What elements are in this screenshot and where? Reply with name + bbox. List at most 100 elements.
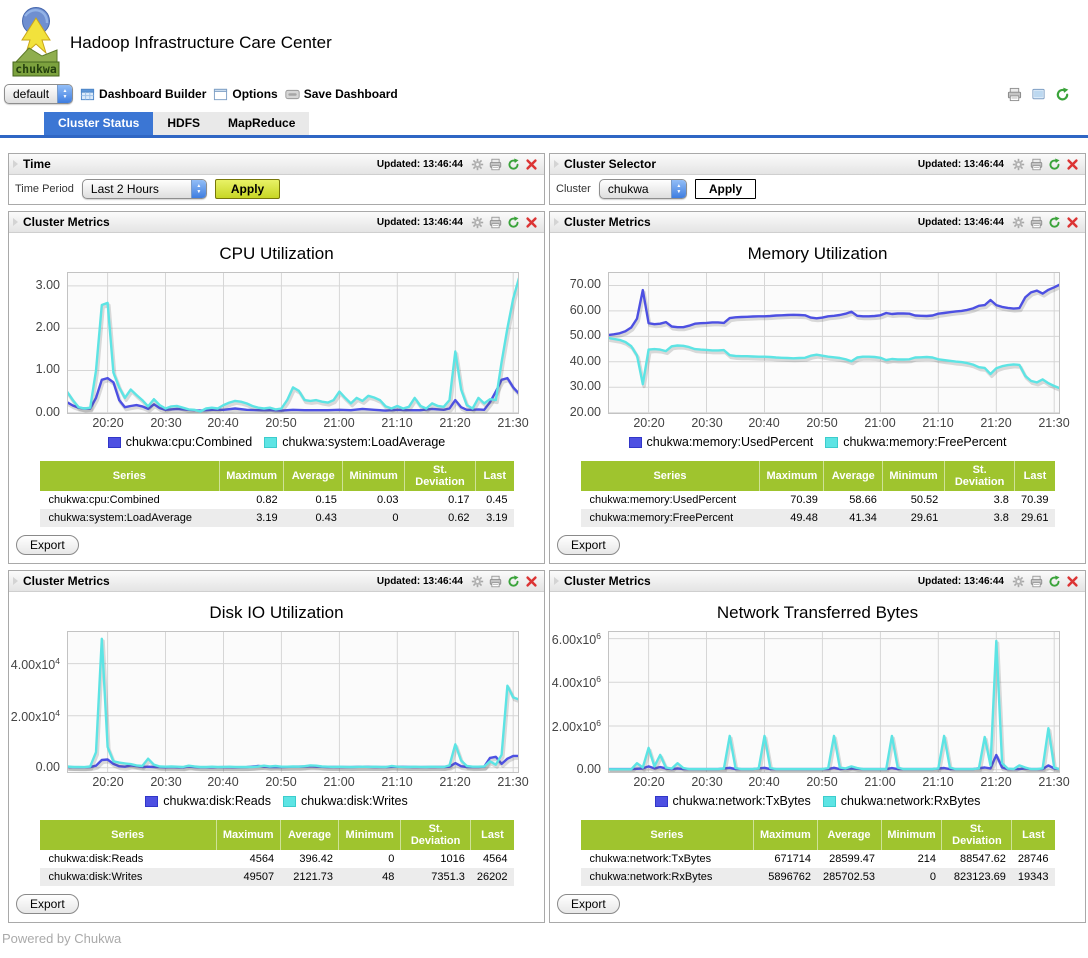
collapse-arrow-icon[interactable]	[554, 218, 559, 226]
collapse-arrow-icon[interactable]	[554, 160, 559, 168]
cluster-select[interactable]: chukwa ▲ ▼	[598, 179, 687, 199]
refresh-icon[interactable]	[1048, 574, 1061, 588]
time-apply-button[interactable]: Apply	[214, 179, 281, 199]
chart-title: Network Transferred Bytes	[716, 603, 919, 622]
x-axis-tick-label: 21:20	[980, 775, 1012, 789]
panel-title: Cluster Metrics	[23, 215, 110, 229]
collapse-arrow-icon[interactable]	[13, 218, 18, 226]
x-axis-tick-label: 21:10	[922, 416, 954, 430]
stats-column-header: Last	[475, 461, 514, 491]
close-icon[interactable]	[1066, 158, 1079, 171]
legend-item: chukwa:network:TxBytes	[654, 794, 811, 808]
legend-item: chukwa:disk:Reads	[145, 794, 271, 808]
y-axis-tick-label: 2.00x104	[10, 708, 60, 725]
time-period-select[interactable]: Last 2 Hours ▲ ▼	[81, 179, 207, 199]
x-axis-tick-label: 20:30	[691, 775, 723, 789]
y-axis-tick-label: 4.00x104	[10, 656, 60, 673]
collapse-arrow-icon[interactable]	[13, 160, 18, 168]
close-icon[interactable]	[525, 575, 538, 588]
series-name-cell: chukwa:memory:UsedPercent	[589, 494, 737, 506]
save-icon	[285, 87, 300, 102]
table-row: chukwa:memory:FreePercent 49.48 41.34 29.61…	[580, 509, 1055, 527]
legend-label: chukwa:system:LoadAverage	[282, 435, 446, 449]
export-button[interactable]: Export	[16, 535, 79, 555]
print-icon[interactable]	[489, 158, 502, 171]
dashboard-builder-button[interactable]: Dashboard Builder	[80, 87, 206, 102]
print-icon[interactable]	[489, 216, 502, 229]
dashboard-view-select[interactable]: default ▲ ▼	[4, 84, 74, 104]
stats-column-header: Average	[279, 820, 339, 850]
stats-column-header: Average	[816, 820, 882, 850]
x-axis-tick-label: 21:30	[497, 775, 529, 789]
stats-column-header: Series	[39, 461, 220, 491]
x-axis-tick-label: 20:30	[150, 775, 182, 789]
refresh-icon[interactable]	[1048, 215, 1061, 229]
y-axis-tick-label: 2.00x106	[551, 718, 601, 735]
close-icon[interactable]	[1066, 575, 1079, 588]
stats-column-header: Maximum	[215, 820, 281, 850]
table-row: chukwa:disk:Reads 4564 396.42 0 1016 4564	[40, 850, 514, 868]
page-title: Hadoop Infrastructure Care Center	[70, 33, 332, 52]
cluster-label: Cluster	[556, 183, 591, 195]
export-button[interactable]: Export	[557, 535, 620, 555]
panel-title: Cluster Metrics	[564, 574, 651, 588]
chart-plot[interactable]	[608, 272, 1060, 414]
options-button[interactable]: Options	[213, 87, 278, 102]
x-axis-tick-label: 20:50	[265, 775, 297, 789]
panel-title: Cluster Metrics	[564, 215, 651, 229]
tab-cluster-status[interactable]: Cluster Status	[44, 112, 154, 135]
refresh-icon[interactable]	[507, 157, 520, 171]
stats-table: Series Maximum Average Minimum St. Deviation…	[580, 820, 1055, 886]
table-row: chukwa:network:RxBytes 5896762 285702.53 0 8…	[580, 868, 1055, 886]
y-axis-tick-label: 50.00	[569, 328, 601, 342]
x-axis-tick-label: 20:20	[633, 416, 665, 430]
close-icon[interactable]	[525, 158, 538, 171]
export-button[interactable]: Export	[16, 894, 79, 914]
gear-icon[interactable]	[1012, 158, 1025, 171]
monitor-icon[interactable]	[1031, 87, 1046, 102]
tab-mapreduce[interactable]: MapReduce	[214, 112, 310, 135]
save-dashboard-button[interactable]: Save Dashboard	[285, 87, 398, 102]
close-icon[interactable]	[525, 216, 538, 229]
stats-table: Series Maximum Average Minimum St. Deviation…	[580, 461, 1055, 527]
gear-icon[interactable]	[471, 216, 484, 229]
collapse-arrow-icon[interactable]	[554, 577, 559, 585]
tab-hdfs[interactable]: HDFS	[153, 112, 215, 135]
chart-plot[interactable]	[608, 631, 1060, 773]
gear-icon[interactable]	[1012, 575, 1025, 588]
print-page-icon[interactable]	[1007, 87, 1022, 102]
legend-label: chukwa:disk:Reads	[163, 794, 271, 808]
close-icon[interactable]	[1066, 216, 1079, 229]
legend-label: chukwa:disk:Writes	[300, 794, 408, 808]
dashboard-builder-label: Dashboard Builder	[99, 87, 207, 101]
stats-column-header: Last	[1014, 461, 1055, 491]
gear-icon[interactable]	[471, 575, 484, 588]
gear-icon[interactable]	[471, 158, 484, 171]
chart-plot[interactable]	[67, 631, 519, 773]
refresh-icon[interactable]	[1048, 157, 1061, 171]
cluster-apply-button[interactable]: Apply	[694, 179, 757, 199]
gear-icon[interactable]	[1012, 216, 1025, 229]
select-stepper-icon: ▲ ▼	[57, 85, 73, 103]
x-axis-tick-label: 20:20	[92, 416, 124, 430]
updated-timestamp: Updated: 13:46:44	[917, 575, 1004, 587]
print-icon[interactable]	[1030, 575, 1043, 588]
series-name-cell: chukwa:memory:FreePercent	[580, 509, 760, 527]
export-button[interactable]: Export	[557, 894, 620, 914]
y-axis-tick-label: 3.00	[35, 278, 60, 292]
print-icon[interactable]	[489, 575, 502, 588]
print-icon[interactable]	[1030, 158, 1043, 171]
refresh-icon[interactable]	[507, 574, 520, 588]
refresh-page-icon[interactable]	[1055, 87, 1070, 102]
chart-plot[interactable]	[67, 272, 519, 414]
print-icon[interactable]	[1030, 216, 1043, 229]
refresh-icon[interactable]	[507, 215, 520, 229]
collapse-arrow-icon[interactable]	[13, 577, 18, 585]
x-axis: 20:20 20:30 20:40 20:50 21:00 21:10 21:20 21:30	[67, 414, 528, 431]
chart-plot-svg	[608, 631, 1060, 773]
y-axis-tick-label: 40.00	[569, 354, 601, 368]
y-axis-tick-label: 60.00	[569, 303, 601, 317]
save-dashboard-label: Save Dashboard	[303, 87, 398, 101]
legend-swatch-icon	[145, 795, 159, 807]
options-label: Options	[232, 87, 278, 101]
